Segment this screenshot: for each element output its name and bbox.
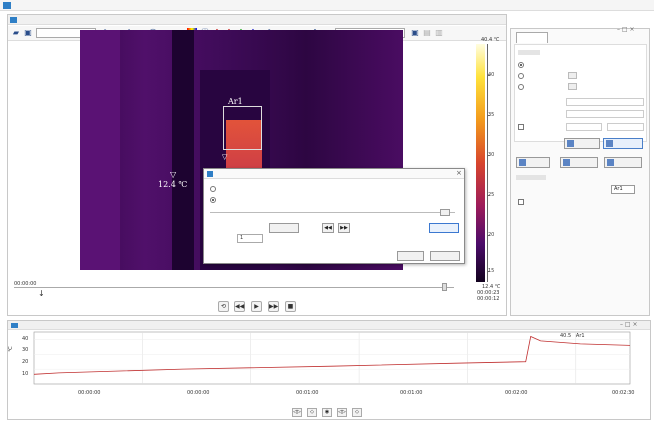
colorbar-tick: 20	[486, 232, 495, 238]
palette-radio-1[interactable]	[518, 62, 524, 68]
panel-window-controls[interactable]: – □ ×	[617, 26, 635, 33]
timeline-end-handle[interactable]	[442, 283, 447, 291]
point-temperature: 12.4 ℃	[158, 180, 188, 189]
window-titlebar	[0, 0, 654, 11]
graph-window-controls[interactable]: – □ ×	[620, 321, 638, 328]
roi-name-field[interactable]: Ar1	[611, 185, 635, 194]
tooltip-value: 40.5	[560, 333, 572, 339]
graph-pan-button[interactable]: ◁▷	[292, 408, 302, 417]
tab-palette[interactable]	[516, 32, 548, 43]
group-heading	[518, 50, 540, 55]
x-tick: 00:00:00	[187, 390, 210, 396]
roi-rectangle[interactable]	[223, 106, 262, 150]
fast-forward-button[interactable]: ▶▶	[268, 301, 279, 312]
graph-tooltip: 40.5 Ar1	[560, 333, 585, 339]
palette-swatch-icon[interactable]	[568, 83, 577, 90]
ok-button[interactable]	[397, 251, 424, 261]
temperature-line-chart[interactable]	[20, 330, 632, 386]
floppy-icon[interactable]: ▣	[410, 28, 420, 38]
tooltip-series: Ar1	[575, 333, 585, 339]
export-range-dialog: × ◀◀ ▶▶ 1	[203, 168, 465, 264]
panel-button-2[interactable]	[560, 157, 598, 168]
dialog-titlebar: ×	[204, 169, 464, 179]
apply-button[interactable]	[603, 138, 643, 149]
palette-swatch-icon[interactable]	[568, 72, 577, 79]
stop-button[interactable]: ■	[285, 301, 296, 312]
timeline-track[interactable]	[14, 287, 454, 289]
colorbar-tick: 35	[486, 112, 495, 118]
level-input[interactable]	[566, 98, 644, 106]
panel-button-3[interactable]	[604, 157, 642, 168]
y-axis-unit: ℃	[7, 346, 14, 352]
set-start-button[interactable]	[269, 223, 299, 233]
app-icon	[3, 2, 11, 9]
interval-input[interactable]: 1	[237, 234, 263, 243]
panel-button-1[interactable]	[516, 157, 550, 168]
graph-marker-button[interactable]: ◇	[307, 408, 317, 417]
doc-icon	[10, 17, 17, 23]
save-button[interactable]	[564, 138, 600, 149]
threshold-min-input[interactable]	[566, 123, 602, 131]
colorbar-tick: 30	[486, 152, 495, 158]
set-end-button[interactable]	[429, 223, 459, 233]
opacity-input[interactable]	[566, 110, 644, 118]
timeline-cursor-icon[interactable]: ↓	[38, 289, 45, 298]
next-frame-button[interactable]: ▶▶	[338, 223, 350, 233]
prev-frame-button[interactable]: ◀◀	[322, 223, 334, 233]
x-tick: 00:02:00	[505, 390, 528, 396]
save-icon[interactable]: ▣	[23, 28, 33, 38]
roi-label: Ar1	[228, 97, 243, 106]
plot-area	[33, 331, 631, 385]
x-tick: 00:00:00	[78, 390, 101, 396]
viewer-titlebar	[8, 15, 506, 25]
threshold-max-input[interactable]	[607, 123, 644, 131]
radio-none[interactable]	[210, 186, 216, 192]
export-icon[interactable]: ▤	[422, 28, 432, 38]
graph-center-button[interactable]: ◉	[322, 408, 332, 417]
print-icon[interactable]: ▥	[434, 28, 444, 38]
graph-zoom-button[interactable]: ◁▷	[337, 408, 347, 417]
dark-band	[172, 30, 194, 270]
timeline-total-time: 00:00:12	[477, 296, 500, 302]
x-tick: 00:01:00	[400, 390, 423, 396]
graph-titlebar: – □ ×	[8, 321, 650, 330]
colorbar-tick: 25	[486, 192, 495, 198]
close-icon[interactable]: ×	[456, 169, 462, 177]
loop-button[interactable]: ⟲	[218, 301, 229, 312]
colorbar-tick: 15	[486, 268, 495, 274]
threshold-checkbox[interactable]	[518, 124, 524, 130]
x-tick: 00:02:30	[612, 390, 635, 396]
point-marker-icon: ▽	[170, 170, 177, 179]
radio-custom[interactable]	[210, 197, 216, 203]
range-handle[interactable]	[440, 209, 450, 216]
x-tick: 00:01:00	[296, 390, 319, 396]
colorbar	[476, 44, 485, 282]
warm-band	[80, 30, 120, 270]
graph-reset-button[interactable]: ◇	[352, 408, 362, 417]
palette-radio-3[interactable]	[518, 84, 524, 90]
timeline-end: 00:00:23 00:00:12	[477, 290, 499, 302]
graph-icon	[11, 323, 18, 328]
dialog-icon	[207, 171, 213, 177]
folder-icon[interactable]: ▰	[11, 28, 21, 38]
option-checkbox[interactable]	[518, 199, 524, 205]
rewind-button[interactable]: ◀◀	[234, 301, 245, 312]
roi-marker-icon: ▽	[222, 153, 228, 161]
palette-radio-2[interactable]	[518, 73, 524, 79]
range-track[interactable]	[210, 212, 455, 213]
colorbar-tick: 40	[486, 72, 495, 78]
play-button[interactable]: ▶	[251, 301, 262, 312]
section-heading	[516, 175, 546, 180]
colorbar-ticks: 40 35 30 25 20 15	[486, 44, 501, 282]
cancel-button[interactable]	[430, 251, 460, 261]
colorbar-max: 40.4 ℃	[481, 37, 500, 43]
